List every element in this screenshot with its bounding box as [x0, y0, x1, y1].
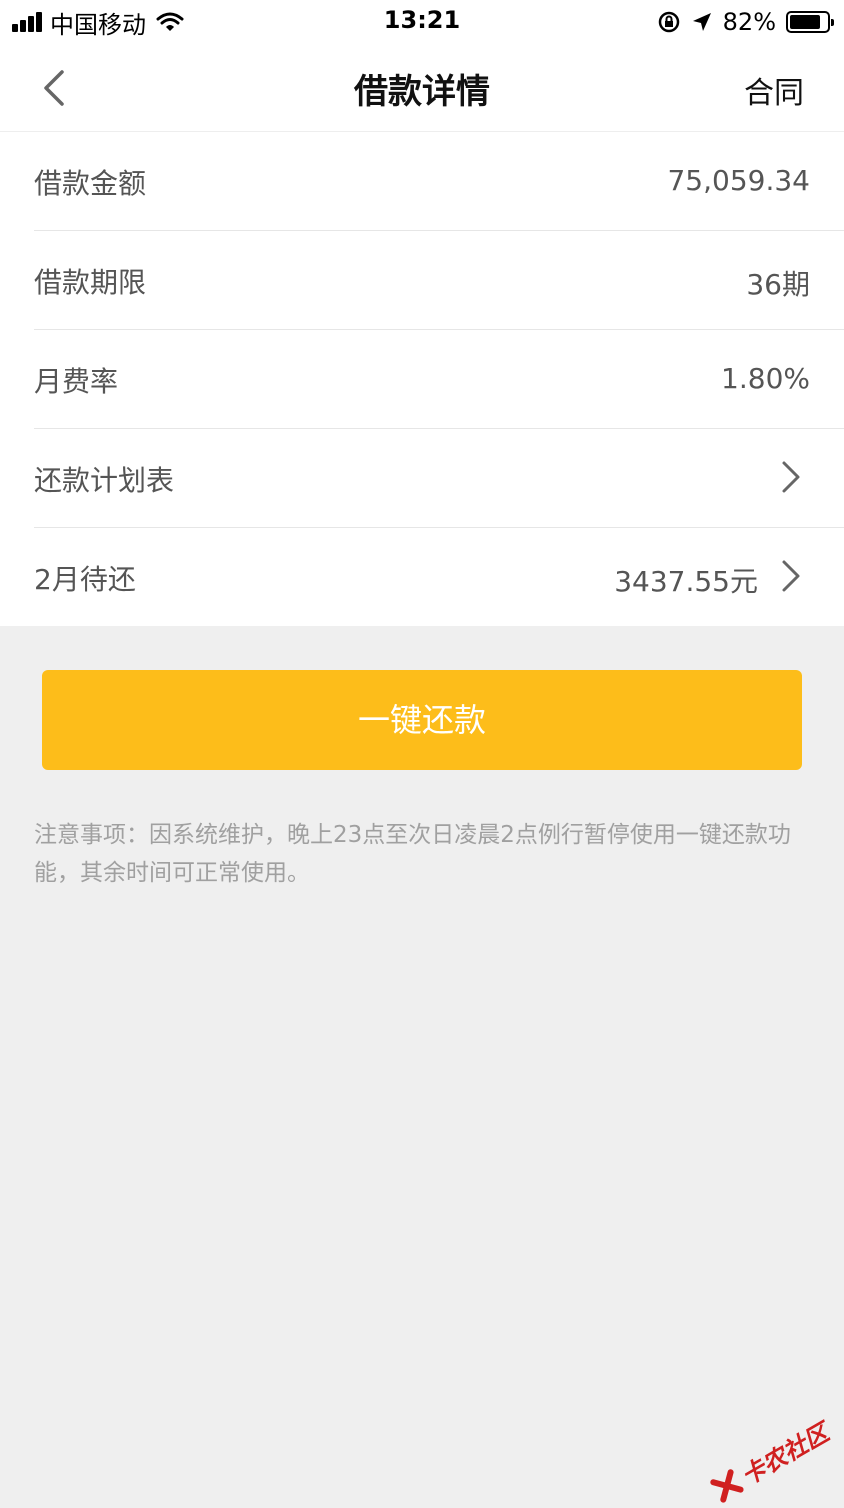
- status-bar: 中国移动 13:21 82%: [0, 0, 844, 44]
- status-right: 82%: [647, 6, 830, 38]
- watermark-text: 卡农社区: [734, 1413, 835, 1491]
- row-loan-term: 借款期限 36期: [34, 231, 844, 330]
- nav-bar: 借款详情 合同: [0, 44, 844, 132]
- chevron-right-icon: [780, 558, 804, 594]
- one-click-repay-button[interactable]: 一键还款: [42, 670, 802, 770]
- location-arrow-icon: [691, 11, 713, 33]
- row-label: 借款金额: [34, 162, 146, 202]
- row-monthly-rate: 月费率 1.80%: [34, 330, 844, 429]
- battery-icon: [786, 11, 830, 33]
- row-label: 借款期限: [34, 261, 146, 301]
- row-value: 3437.55元: [614, 560, 758, 600]
- row-label: 还款计划表: [34, 459, 174, 499]
- row-due-amount[interactable]: 2月待还 3437.55元: [34, 528, 844, 626]
- loan-detail-list: 借款金额 75,059.34 借款期限 36期 月费率 1.80% 还款计划表 …: [0, 132, 844, 626]
- row-value: 1.80%: [721, 362, 810, 395]
- watermark: 卡农社区: [706, 1413, 834, 1507]
- row-repayment-schedule[interactable]: 还款计划表: [34, 429, 844, 528]
- rotation-lock-icon: [657, 10, 681, 34]
- battery-percent: 82%: [723, 8, 776, 36]
- page-title: 借款详情: [0, 64, 844, 113]
- battery-cap: [831, 19, 834, 26]
- row-label: 2月待还: [34, 558, 136, 598]
- chevron-right-icon: [780, 459, 804, 495]
- row-value: 36期: [746, 263, 810, 303]
- row-loan-amount: 借款金额 75,059.34: [34, 132, 844, 231]
- row-value: 75,059.34: [667, 164, 810, 197]
- battery-fill: [790, 15, 820, 29]
- notice-text: 注意事项：因系统维护，晚上23点至次日凌晨2点例行暂停使用一键还款功能，其余时间…: [34, 816, 810, 892]
- row-label: 月费率: [34, 360, 118, 400]
- contract-button[interactable]: 合同: [744, 68, 804, 112]
